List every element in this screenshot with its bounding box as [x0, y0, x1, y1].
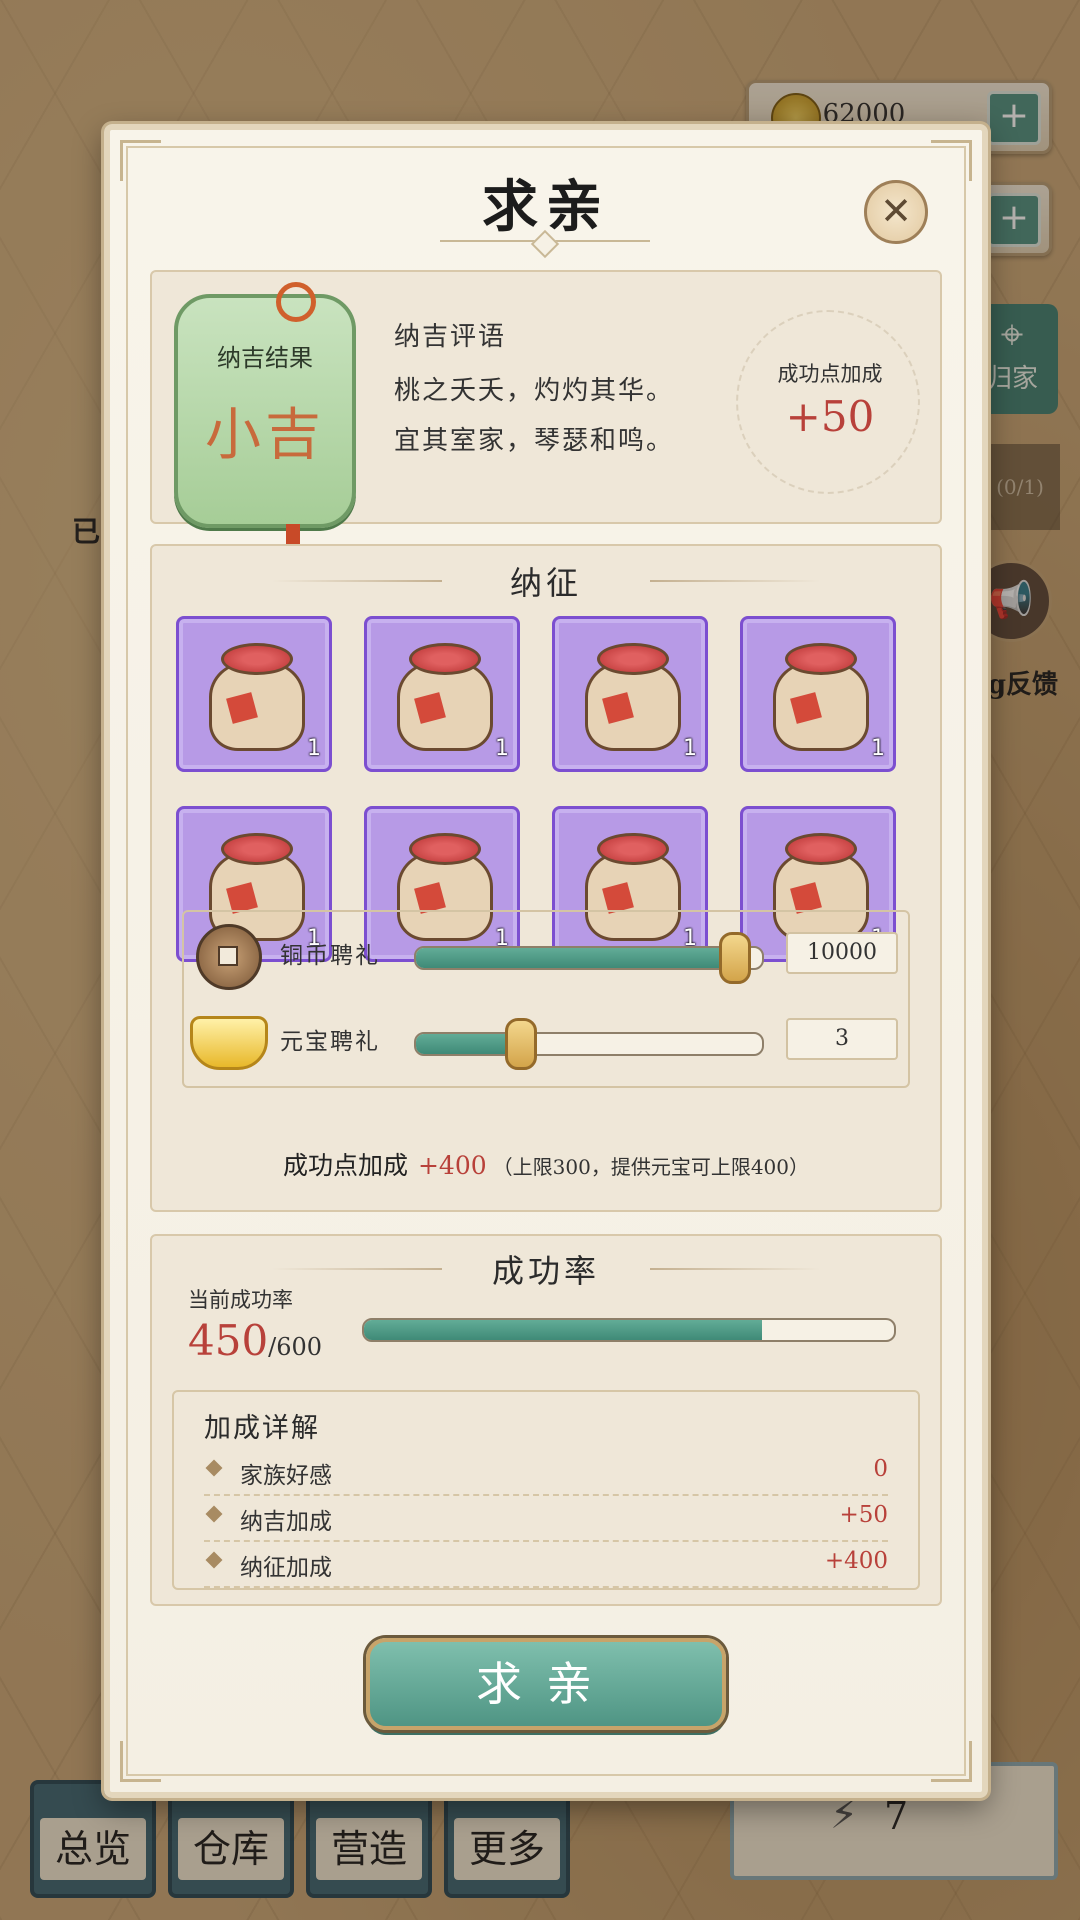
gift-bag-icon [397, 643, 493, 751]
gift-summary: 成功点加成 +400 （上限300，提供元宝可上限400） [152, 1146, 940, 1182]
copper-slider-handle[interactable] [719, 932, 752, 984]
max-rate-value: /600 [268, 1333, 323, 1361]
corner-ornament [931, 1741, 972, 1782]
copper-gift-label: 铜币聘礼 [280, 943, 380, 969]
slot-count: 1 [307, 736, 321, 761]
proposal-dialog: 求亲 ✕ 纳吉结果 小吉 纳吉评语 桃之夭夭，灼灼其华。 宜其室家，琴瑟和鸣。 … [104, 124, 988, 1798]
copper-slider-fill [416, 948, 735, 968]
copper-gift-row: 铜币聘礼 10000 [184, 918, 908, 990]
section-ornament [650, 1268, 820, 1270]
gift-summary-label: 成功点加成 [282, 1151, 408, 1180]
bonus-detail-box: 加成详解 家族好感 0 纳吉加成 +50 纳征加成 +400 [172, 1390, 920, 1590]
ingot-slider-handle[interactable] [504, 1018, 537, 1070]
slot-count: 1 [495, 736, 509, 761]
nazheng-title: 纳征 [509, 564, 582, 602]
current-rate: 450/600 [188, 1316, 322, 1365]
naji-comment-line: 宜其室家，琴瑟和鸣。 [394, 426, 675, 456]
gift-slot[interactable]: 1 [552, 616, 708, 772]
current-rate-value: 450 [188, 1316, 269, 1365]
slot-count: 1 [683, 736, 697, 761]
success-rate-bar [362, 1318, 896, 1342]
gift-slot[interactable]: 1 [364, 616, 520, 772]
naji-result-tag: 纳吉结果 小吉 [174, 282, 356, 560]
ingot-gift-label: 元宝聘礼 [280, 1029, 380, 1055]
naji-tag-label: 纳吉结果 [217, 344, 313, 372]
naji-bonus-label: 成功点加成 [777, 362, 883, 386]
gift-bag-icon [209, 643, 305, 751]
ingot-gift-row: 元宝聘礼 3 [184, 1004, 908, 1074]
nazheng-panel: 纳征 11111111 铜币聘礼 10000 元宝聘礼 3 成功点加成+400（… [150, 544, 942, 1212]
detail-row: 家族好感 0 [204, 1450, 888, 1496]
gift-bag-icon [773, 643, 869, 751]
copper-coin-icon [196, 924, 262, 990]
bonus-detail-title: 加成详解 [204, 1413, 320, 1444]
success-rate-fill [364, 1320, 762, 1340]
gift-slot[interactable]: 1 [176, 616, 332, 772]
title-ornament [440, 240, 650, 252]
copper-gift-input[interactable]: 10000 [786, 932, 898, 974]
diamond-bullet-icon [205, 1505, 223, 1523]
ingot-slider-track[interactable] [414, 1032, 764, 1056]
gift-bag-icon [585, 643, 681, 751]
naji-bonus-value: +50 [785, 392, 875, 441]
detail-row: 纳吉加成 +50 [204, 1496, 888, 1542]
detail-value: +50 [839, 1502, 888, 1528]
detail-value: +400 [824, 1548, 888, 1574]
close-icon: ✕ [880, 189, 912, 233]
tag-knot-icon [276, 282, 316, 322]
close-button[interactable]: ✕ [864, 180, 928, 244]
detail-value: 0 [873, 1456, 888, 1482]
current-rate-label: 当前成功率 [188, 1288, 293, 1312]
diamond-bullet-icon [205, 1551, 223, 1569]
detail-label: 纳吉加成 [240, 1509, 332, 1535]
naji-comment-title: 纳吉评语 [394, 322, 507, 352]
gold-ingot-icon [190, 1016, 268, 1070]
detail-label: 纳征加成 [240, 1555, 332, 1581]
detail-label: 家族好感 [240, 1463, 332, 1489]
slot-count: 1 [871, 736, 885, 761]
success-panel: 成功率 当前成功率 450/600 加成详解 家族好感 0 纳吉加成 +50 纳… [150, 1234, 942, 1606]
naji-panel: 纳吉结果 小吉 纳吉评语 桃之夭夭，灼灼其华。 宜其室家，琴瑟和鸣。 成功点加成… [150, 270, 942, 560]
gift-summary-value: +400 [417, 1151, 487, 1180]
naji-result: 小吉 [205, 403, 325, 468]
section-ornament [650, 580, 820, 582]
propose-button[interactable]: 求亲 [366, 1638, 726, 1730]
naji-comment-line: 桃之夭夭，灼灼其华。 [394, 376, 675, 406]
gift-summary-note: （上限300，提供元宝可上限400） [492, 1155, 810, 1179]
ingot-gift-input[interactable]: 3 [786, 1018, 898, 1060]
gift-settings: 铜币聘礼 10000 元宝聘礼 3 [182, 910, 910, 1088]
detail-row: 纳征加成 +400 [204, 1542, 888, 1588]
copper-slider-track[interactable] [414, 946, 764, 970]
diamond-bullet-icon [205, 1459, 223, 1477]
gift-slot[interactable]: 1 [740, 616, 896, 772]
corner-ornament [120, 1741, 161, 1782]
